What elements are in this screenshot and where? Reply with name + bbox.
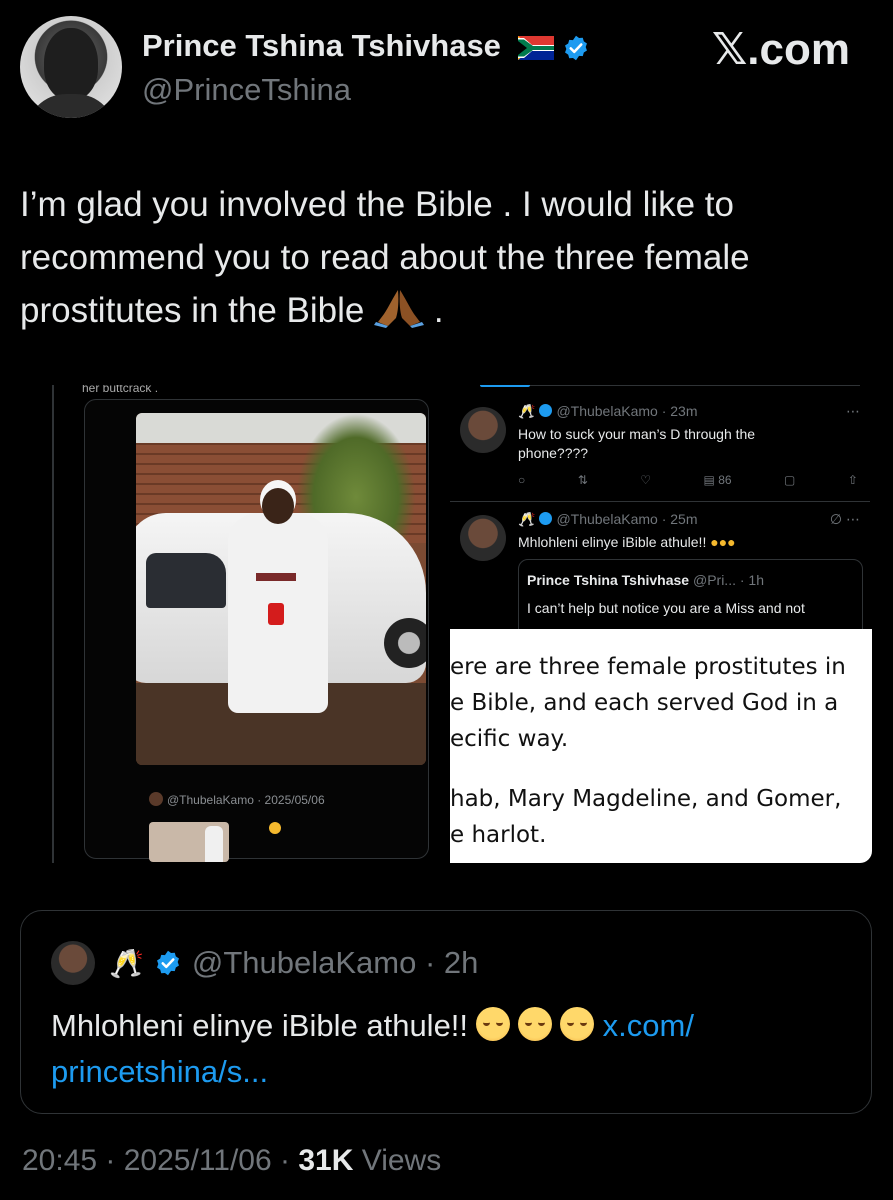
embedded-text-body: Mhlohleni elinye iBible athule!! xyxy=(518,534,707,550)
embedded-text: How to suck your man’s D through the pho… xyxy=(518,426,756,461)
champagne-icon: 🥂 xyxy=(518,511,536,527)
embedded-meta: 🥂 @ThubelaKamo · 25m xyxy=(518,511,698,528)
praying-hands-icon xyxy=(374,290,425,328)
more-icon: ∅ ⋯ xyxy=(829,511,860,527)
embedded-meta: 🥂 @ThubelaKamo · 23m xyxy=(518,403,698,420)
right-screenshot: 🥂 @ThubelaKamo · 23m ⋯ How to suck your m… xyxy=(450,385,875,863)
wink-emoji-icon xyxy=(269,822,281,834)
reply-icon: ○ xyxy=(518,473,526,487)
photo-car-window xyxy=(146,553,226,608)
flushed-emoji-icon xyxy=(560,1007,595,1041)
excerpt-line: ecific way. xyxy=(450,726,569,752)
thumbnail-figure xyxy=(205,826,223,862)
sub-thumbnail xyxy=(149,822,229,862)
excerpt-line: e harlot. xyxy=(450,822,547,848)
views-label: Views xyxy=(361,1144,442,1177)
tweet-text: I’m glad you involved the Bible . I woul… xyxy=(20,178,870,337)
quoted-time[interactable]: 2h xyxy=(444,945,478,980)
repost-icon: ⇅ xyxy=(577,473,588,487)
more-icon: ⋯ xyxy=(846,403,860,419)
south-africa-flag-icon xyxy=(517,35,554,60)
left-sub-handle-text: @ThubelaKamo · 2025/05/06 xyxy=(167,793,325,807)
nested-name: Prince Tshina Tshivhase xyxy=(527,572,690,588)
tweet-text-tail: . xyxy=(424,291,444,330)
like-icon: ♡ xyxy=(640,473,652,487)
left-sub-handle: @ThubelaKamo · 2025/05/06 xyxy=(149,792,325,807)
excerpt-line: e Bible, and each served God in a xyxy=(450,690,839,716)
excerpt-line: hab, Mary Magdeline, and Gomer, xyxy=(450,786,842,812)
verified-badge-icon xyxy=(156,950,179,976)
tweet-media-image[interactable]: her buttcrack . @ThubelaKamo · 2025/05/0… xyxy=(52,385,875,863)
photo-belt xyxy=(256,573,296,581)
post-separator xyxy=(450,501,870,502)
avatar-icon xyxy=(149,792,163,806)
share-icon: ⇧ xyxy=(847,473,858,487)
embedded-handle: @ThubelaKamo · 23m xyxy=(556,403,698,419)
embedded-avatar xyxy=(460,515,506,561)
embedded-avatar xyxy=(460,407,506,453)
quoted-text-body: Mhlohleni elinye iBible athule!! xyxy=(51,1008,469,1043)
views-value: 86 xyxy=(718,473,732,487)
verified-badge-icon xyxy=(539,512,553,525)
x-com-watermark: 𝕏.com xyxy=(711,25,850,74)
embedded-text: Mhlohleni elinye iBible athule!! ●●● xyxy=(518,533,828,552)
photo-woman-white-robe xyxy=(136,413,426,765)
photo-tassel xyxy=(268,603,284,625)
embedded-handle: @ThubelaKamo · 25m xyxy=(556,511,698,527)
photo-wheel xyxy=(384,618,426,668)
champagne-icon: 🥂 xyxy=(109,948,144,979)
excerpt-line: ere are three female prostitutes in xyxy=(450,654,846,680)
cropped-text: her buttcrack . xyxy=(82,385,159,395)
nested-author: Prince Tshina Tshivhase @Pri... · 1h xyxy=(527,572,764,588)
verified-badge-icon xyxy=(565,35,588,61)
tweet-footer: 20:45 · 2025/11/06 · 31K Views xyxy=(22,1144,442,1177)
bookmark-icon: ▢ xyxy=(784,473,796,487)
avatar-face xyxy=(44,28,98,100)
nested-text: I can’t help but notice you are a Miss a… xyxy=(527,600,805,616)
views-count: 31K xyxy=(298,1144,354,1177)
author-handle[interactable]: @PrinceTshina xyxy=(142,72,351,108)
quoted-meta: 🥂 @ThubelaKamo · 2h xyxy=(109,945,479,980)
quoted-avatar[interactable] xyxy=(51,941,95,985)
quoted-handle[interactable]: @ThubelaKamo xyxy=(192,945,416,980)
post-date[interactable]: 2025/11/06 xyxy=(124,1144,272,1177)
tab-active-indicator xyxy=(480,385,530,387)
nested-quote: Prince Tshina Tshivhase @Pri... · 1h I c… xyxy=(518,559,863,639)
embedded-actions: ○ ⇅ ♡ ▤ 86 ▢ ⇧ xyxy=(518,473,858,487)
flushed-emoji-icon xyxy=(518,1007,553,1041)
post-time[interactable]: 20:45 xyxy=(22,1144,97,1177)
verified-badge-icon xyxy=(539,404,553,417)
author-name[interactable]: Prince Tshina Tshivhase xyxy=(142,28,501,63)
excerpt-paragraph-2: hab, Mary Magdeline, and Gomer, e harlot… xyxy=(450,781,872,853)
flushed-emoji-icons: ●●● xyxy=(710,534,736,550)
text-excerpt-card: ere are three female prostitutes in e Bi… xyxy=(450,629,872,863)
quoted-text: Mhlohleni elinye iBible athule!! x.com/ … xyxy=(51,1003,851,1095)
quoted-tweet[interactable]: 🥂 @ThubelaKamo · 2h Mhlohleni elinye iBi… xyxy=(20,910,872,1114)
champagne-icon: 🥂 xyxy=(518,403,536,419)
tweet-header: Prince Tshina Tshivhase @PrinceTshina 𝕏.… xyxy=(20,16,880,126)
author-avatar[interactable] xyxy=(20,16,122,118)
views-count: ▤ 86 xyxy=(703,473,732,487)
author-name-row[interactable]: Prince Tshina Tshivhase xyxy=(142,28,590,64)
excerpt-paragraph-1: ere are three female prostitutes in e Bi… xyxy=(450,649,872,757)
flushed-emoji-icon xyxy=(476,1007,511,1041)
thread-line xyxy=(52,385,54,863)
nested-handle: @Pri... · 1h xyxy=(692,572,764,588)
avatar-shoulders xyxy=(26,94,116,118)
tab-divider xyxy=(480,385,860,386)
photo-head xyxy=(262,488,294,524)
